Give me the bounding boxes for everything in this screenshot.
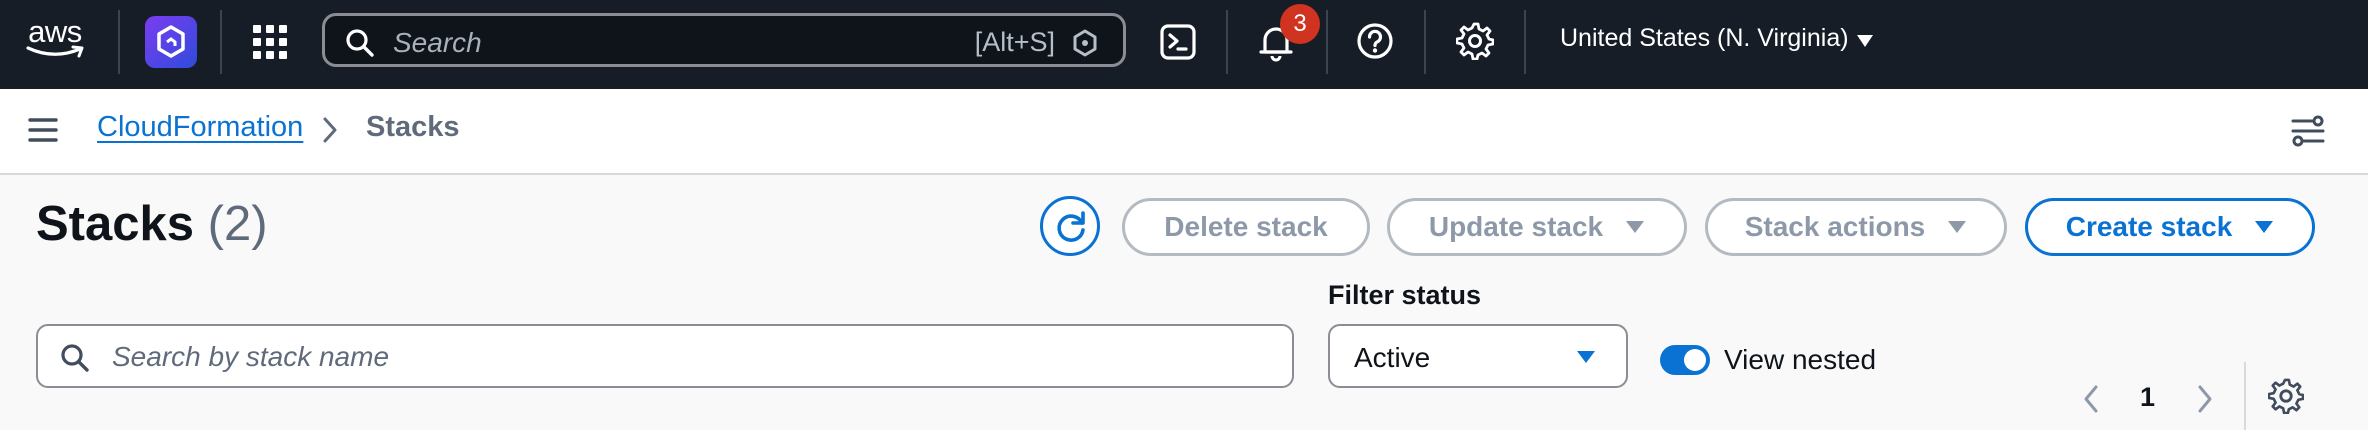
stack-actions-label: Stack actions xyxy=(1744,211,1926,242)
chevron-right-icon xyxy=(322,117,338,148)
previous-page-icon[interactable] xyxy=(2082,384,2100,419)
nav-divider xyxy=(1524,10,1526,74)
nav-divider xyxy=(118,10,120,74)
refresh-icon xyxy=(1057,211,1085,242)
aws-logo[interactable]: aws xyxy=(22,14,88,60)
global-search-input[interactable]: Search [Alt+S] xyxy=(322,13,1126,67)
create-stack-label: Create stack xyxy=(2065,211,2233,242)
filter-status-label: Filter status xyxy=(1328,280,1482,310)
breadcrumb-bar: CloudFormation Stacks xyxy=(0,89,2368,175)
nav-divider xyxy=(1424,10,1426,74)
stack-count: (2) xyxy=(207,197,268,251)
menu-hamburger-icon[interactable] xyxy=(28,117,58,148)
amazon-q-icon[interactable] xyxy=(145,16,197,68)
stack-search-input[interactable] xyxy=(110,336,1264,378)
search-shortcut-hint: [Alt+S] xyxy=(974,27,1055,57)
next-page-icon[interactable] xyxy=(2196,384,2214,419)
caret-down-icon xyxy=(2255,221,2274,233)
page-title: Stacks (2) xyxy=(36,196,268,252)
update-stack-label: Update stack xyxy=(1428,211,1604,242)
aws-smile-icon xyxy=(26,45,84,58)
create-stack-button[interactable]: Create stack xyxy=(2025,198,2315,256)
nav-divider xyxy=(1226,10,1228,74)
current-page-number[interactable]: 1 xyxy=(2140,382,2155,413)
nav-divider xyxy=(220,10,222,74)
refresh-button[interactable] xyxy=(1040,196,1100,256)
delete-stack-button[interactable]: Delete stack xyxy=(1122,198,1370,256)
filter-status-value: Active xyxy=(1354,342,1431,373)
region-selector[interactable]: United States (N. Virginia) xyxy=(1560,24,1849,53)
search-icon xyxy=(345,28,375,63)
amazon-q-icon[interactable] xyxy=(1071,29,1099,62)
caret-down-icon xyxy=(1626,221,1645,233)
caret-down-icon[interactable] xyxy=(1856,34,1874,53)
caret-down-icon xyxy=(1577,351,1595,363)
stack-search-field[interactable] xyxy=(36,324,1294,388)
breadcrumb-current: Stacks xyxy=(366,111,460,143)
nav-divider xyxy=(1326,10,1328,74)
services-grid-icon[interactable] xyxy=(252,24,288,60)
pagination-divider xyxy=(2244,362,2246,430)
split-panel-icon[interactable] xyxy=(2290,113,2326,154)
toggle-knob xyxy=(1684,349,1706,371)
table-preferences-gear-icon[interactable] xyxy=(2267,378,2305,419)
cloudshell-icon[interactable] xyxy=(1160,24,1196,60)
view-nested-toggle[interactable] xyxy=(1660,345,1710,375)
search-icon xyxy=(60,343,90,378)
notification-count-badge: 3 xyxy=(1280,4,1320,44)
help-icon[interactable] xyxy=(1356,22,1394,60)
top-navigation: aws Search [Alt+S] 3 United States (N. V… xyxy=(0,0,2368,89)
filter-status-select[interactable]: Active xyxy=(1328,324,1628,388)
caret-down-icon xyxy=(1948,221,1967,233)
stack-actions-button[interactable]: Stack actions xyxy=(1705,198,2007,256)
delete-stack-label: Delete stack xyxy=(1164,211,1328,242)
search-placeholder: Search xyxy=(393,27,482,58)
update-stack-button[interactable]: Update stack xyxy=(1387,198,1687,256)
view-nested-label: View nested xyxy=(1724,344,1877,375)
breadcrumb-cloudformation-link[interactable]: CloudFormation xyxy=(97,111,303,144)
page-title-text: Stacks xyxy=(36,197,195,251)
settings-gear-icon[interactable] xyxy=(1456,22,1494,60)
